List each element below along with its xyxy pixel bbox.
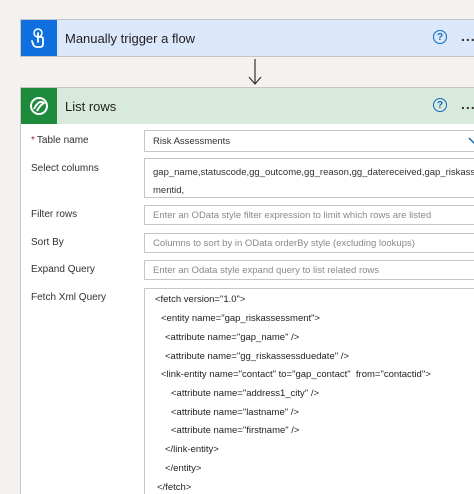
trigger-card[interactable]: Manually trigger a flow ? ... — [20, 19, 474, 57]
hand-touch-icon — [21, 20, 57, 56]
sort-by-label: Sort By — [31, 237, 64, 248]
xml-line: </fetch> — [157, 482, 192, 493]
xml-line: <attribute name="gg_riskassessduedate" /… — [165, 351, 349, 362]
sort-by-input[interactable]: Columns to sort by in OData orderBy styl… — [144, 233, 474, 253]
select-columns-value-line2: mentid, — [153, 185, 185, 196]
xml-line: <link-entity name="contact" to="gap_cont… — [161, 369, 431, 380]
xml-line: <attribute name="gap_name" /> — [165, 332, 300, 343]
select-columns-label: Select columns — [31, 163, 99, 174]
fetch-xml-label: Fetch Xml Query — [31, 292, 107, 303]
xml-line: <attribute name="address1_city" /> — [171, 388, 320, 399]
sort-by-row: Sort By Columns to sort by in OData orde… — [31, 233, 474, 255]
xml-line: <entity name="gap_riskassessment"> — [161, 313, 321, 324]
arrow-down-icon — [248, 59, 262, 85]
table-name-value: Risk Assessments — [153, 135, 231, 147]
trigger-card-header[interactable]: Manually trigger a flow ? ... — [21, 20, 474, 56]
chevron-down-icon[interactable] — [468, 137, 474, 145]
help-circle-icon[interactable]: ? — [433, 30, 447, 44]
fetch-xml-row: Fetch Xml Query <fetch version="1.0"> <e… — [31, 288, 474, 494]
xml-line: </link-entity> — [165, 444, 219, 455]
fetch-xml-input[interactable]: <fetch version="1.0"> <entity name="gap_… — [144, 288, 474, 494]
more-icon[interactable]: ... — [461, 96, 474, 112]
list-rows-header[interactable]: List rows ? ... — [21, 88, 474, 124]
table-name-dropdown[interactable]: Risk Assessments — [144, 130, 474, 152]
filter-rows-row: Filter rows Enter an OData style filter … — [31, 205, 474, 227]
help-circle-icon[interactable]: ? — [433, 98, 447, 112]
xml-line: </entity> — [165, 463, 202, 474]
list-rows-card[interactable]: List rows ? ... *Table name Risk Assessm… — [20, 87, 474, 494]
list-rows-title: List rows — [65, 98, 117, 114]
select-columns-value-line1: gap_name,statuscode,gg_outcome,gg_reason… — [153, 167, 474, 178]
xml-line: <attribute name="lastname" /> — [171, 407, 299, 418]
filter-rows-input[interactable]: Enter an OData style filter expression t… — [144, 205, 474, 225]
xml-line: <fetch version="1.0"> — [155, 294, 246, 305]
expand-query-input[interactable]: Enter an Odata style expand query to lis… — [144, 260, 474, 280]
filter-rows-label: Filter rows — [31, 209, 78, 220]
more-icon[interactable]: ... — [461, 28, 474, 44]
table-name-label: * Table name — [31, 135, 89, 146]
xml-line: <attribute name="firstname" /> — [171, 425, 300, 436]
expand-query-row: Expand Query Enter an Odata style expand… — [31, 260, 474, 282]
dataverse-icon — [21, 88, 57, 124]
trigger-title: Manually trigger a flow — [65, 30, 196, 46]
table-name-row: * Table name Risk Assessments — [31, 130, 474, 154]
expand-query-label: Expand Query — [31, 264, 95, 275]
select-columns-row: Select columns gap_name,statuscode,gg_ou… — [31, 158, 474, 200]
select-columns-input[interactable]: gap_name,statuscode,gg_outcome,gg_reason… — [144, 158, 474, 198]
